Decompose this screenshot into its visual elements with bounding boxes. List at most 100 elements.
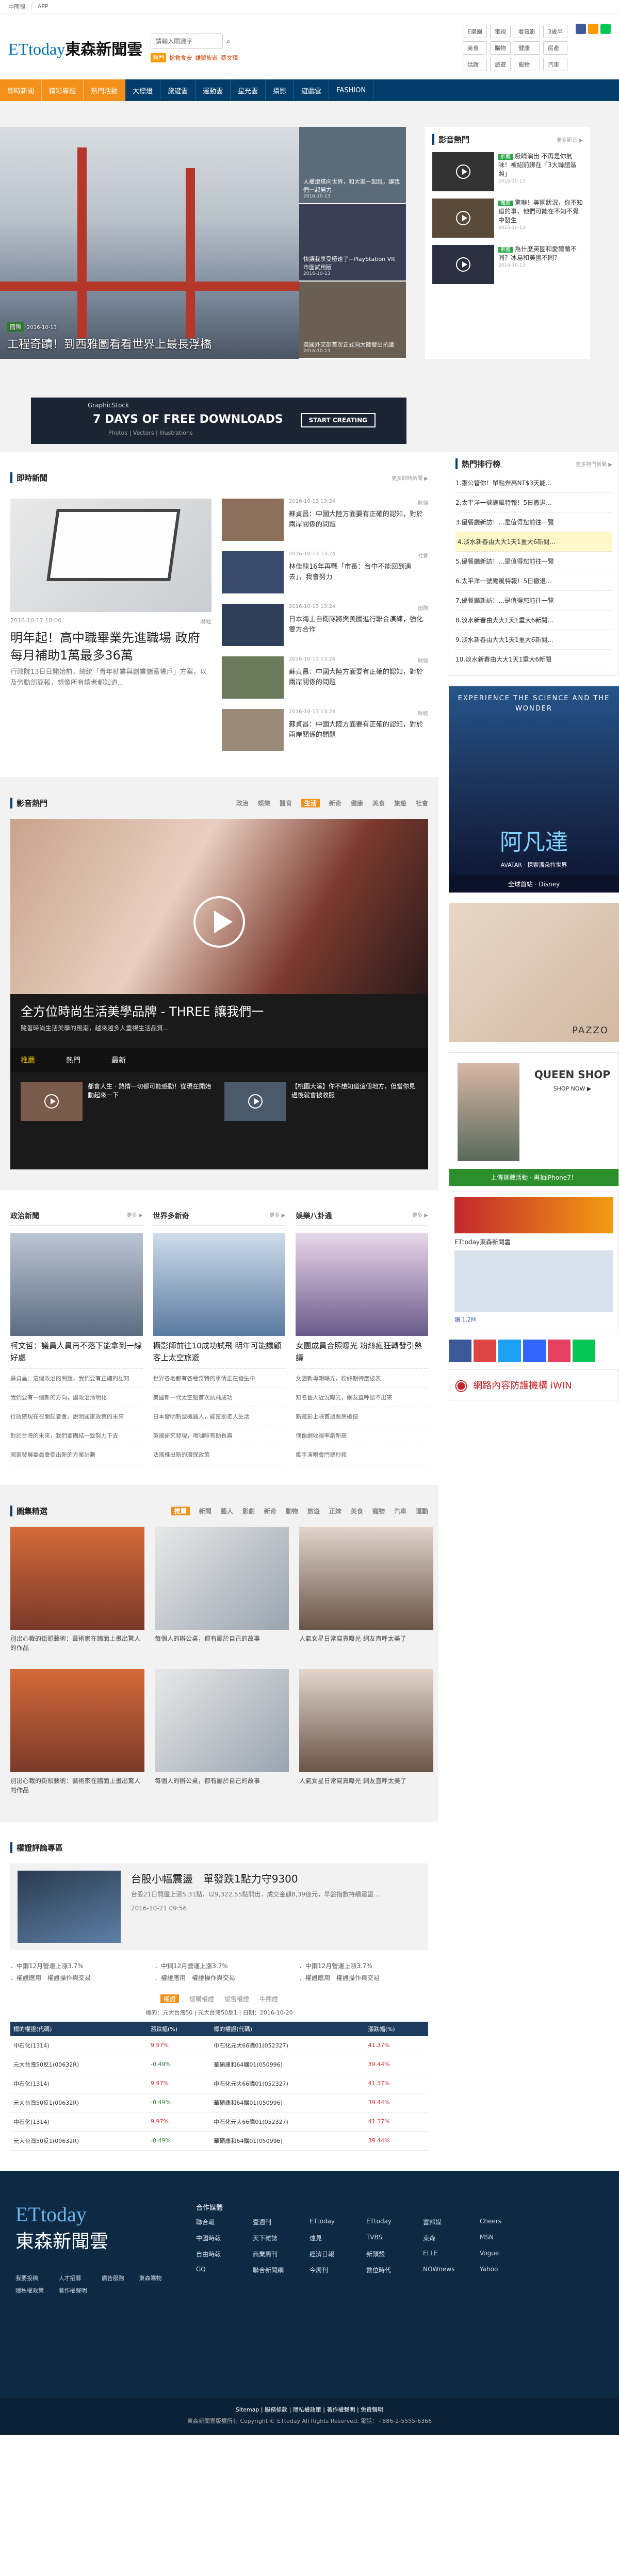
tab-food[interactable]: 美食	[372, 799, 385, 807]
tab-latest[interactable]: 最新	[111, 1055, 126, 1065]
video-thumb-item[interactable]: 【桃園大溪】你不想知道這個地方，但當你見過後就會被收服	[224, 1082, 418, 1121]
news-item[interactable]: 2016-10-13 13:24 社會 林佳龍16年再戰「市長：台中不能回到過去」，…	[222, 551, 428, 599]
nav-item[interactable]: 攝影	[266, 79, 295, 101]
facebook-icon[interactable]	[449, 1340, 471, 1362]
table-row[interactable]: 中石化(1314) 9.97% 中石化元大66購01(052327) 41.37%	[10, 2074, 428, 2093]
search-icon[interactable]: ⌕	[226, 36, 231, 46]
gallery-item[interactable]: 別出心裁的街頭藝術：藝術家在牆面上畫出驚人的作品	[10, 1527, 144, 1659]
lead-title[interactable]: 明年起！高中職畢業先進職場 政府每月補助1萬最多36萬	[10, 630, 211, 664]
gallery-item[interactable]: 每個人的辦公桌，都有屬於自己的故事	[155, 1527, 289, 1659]
partner-link[interactable]: ETtoday	[366, 2218, 418, 2226]
category-list-item[interactable]: 我們要有一個新的方向，讓政治清明化	[10, 1388, 143, 1407]
plurk-icon[interactable]	[474, 1340, 496, 1362]
category-list-item[interactable]: 歌手演唱會門票秒殺	[296, 1445, 429, 1464]
news-item[interactable]: 2016-10-13 13:24 財經 蘇貞昌：中國大陸方面要有正確的認知，對於兩岸…	[222, 656, 428, 704]
partner-link[interactable]: 今周刊	[310, 2266, 361, 2274]
facebook-icon[interactable]	[576, 24, 586, 34]
facebook-likes[interactable]: 讚 1.2M	[454, 1315, 613, 1324]
channel-link[interactable]: 話題	[463, 58, 487, 71]
category-list-item[interactable]: 新電影上映首週票房破億	[296, 1407, 429, 1426]
gallery-tab[interactable]: 寵物	[372, 1507, 385, 1515]
footer-link[interactable]: 人才招募	[59, 2274, 96, 2282]
nav-item[interactable]: 星光雲	[231, 79, 266, 101]
more-link[interactable]: 更多 ▶	[269, 1211, 285, 1221]
more-link[interactable]: 更多 ▶	[127, 1211, 143, 1221]
nav-item-special[interactable]: 精彩專題	[42, 79, 84, 101]
rank-item[interactable]: 7.優餐廳新訪！...是值得您前往一覽	[455, 591, 612, 610]
category-list-item[interactable]: 女團新專輯曝光，粉絲期待度破表	[296, 1369, 429, 1388]
line-icon[interactable]	[600, 24, 611, 34]
iwin-ad[interactable]: ◉ 網路內容防護機構 iWIN	[449, 1369, 619, 1400]
more-link[interactable]: 更多影音 ▶	[557, 136, 583, 143]
gallery-tab[interactable]: 正妹	[329, 1507, 341, 1515]
hero-side-item[interactable]: 英國外交部首次正式向大陸發出抗議 2016-10-13	[299, 282, 406, 359]
video-item[interactable]: 推薦 為什麼英國和愛爾蘭不同？冰島和美國不同？ 2016-10-13	[432, 245, 583, 284]
nav-item[interactable]: 運動雲	[196, 79, 231, 101]
hot-term[interactable]: 搶救食安	[169, 54, 192, 62]
video-item[interactable]: 推薦 驚嚇！美國狀況，你不知道的事，他們可能在不知不覺中發生 2016-10-13	[432, 199, 583, 238]
gallery-item[interactable]: 每個人的辦公桌，都有屬於自己的故事	[155, 1669, 289, 1801]
search-input[interactable]	[151, 34, 223, 49]
nav-item-instant[interactable]: 即時新聞	[0, 79, 42, 101]
partner-link[interactable]: 自由時報	[196, 2250, 248, 2258]
tab-travel[interactable]: 旅遊	[394, 799, 406, 807]
nav-item[interactable]: 大標燈	[125, 79, 161, 101]
gallery-tab[interactable]: 美食	[351, 1507, 363, 1515]
partner-link[interactable]: NOWnews	[423, 2266, 475, 2274]
channel-link[interactable]: 汽車	[543, 58, 567, 71]
avatar-ad[interactable]: EXPERIENCE THE SCIENCE AND THE WONDER 阿凡…	[449, 686, 619, 893]
footer-link[interactable]: 隱私權政策	[15, 2286, 53, 2294]
ad-banner[interactable]: GraphicStock 7 DAYS OF FREE DOWNLOADS Ph…	[31, 398, 406, 444]
channel-link[interactable]: 電視	[490, 25, 511, 38]
channel-link[interactable]: 看電影	[514, 25, 540, 38]
tab-entertainment[interactable]: 娛樂	[258, 799, 270, 807]
twitter-icon[interactable]	[498, 1340, 521, 1362]
channel-link[interactable]: 健康	[514, 41, 540, 55]
more-link[interactable]: 更多即時新聞 ▶	[392, 474, 428, 482]
hero-side-item[interactable]: 快讓我享受極速了~PlayStation VR 市面試用版 2016-10-13	[299, 204, 406, 282]
category-image[interactable]	[153, 1233, 286, 1336]
hero-main[interactable]: 國際 2016-10-13 工程奇蹟！到西雅圖看看世界上最長浮橋	[0, 127, 299, 359]
footer-link[interactable]: 廣告服務	[102, 2274, 133, 2282]
news-item[interactable]: 2016-10-13 13:24 財經 蘇貞昌：中國大陸方面要有正確的認知，對於兩岸…	[222, 499, 428, 546]
rank-item[interactable]: 10.淡水新春由大大1天1重大6新閱	[455, 650, 612, 669]
finance-tab[interactable]: 牛熊證	[259, 1994, 278, 2003]
ad-cta-button[interactable]: START CREATING	[300, 413, 376, 427]
channel-link[interactable]: 3歲半	[543, 25, 567, 38]
gallery-tab[interactable]: 新聞	[199, 1507, 211, 1515]
partner-link[interactable]: Vogue	[480, 2250, 531, 2258]
gallery-tab[interactable]: 新奇	[264, 1507, 276, 1515]
partner-link[interactable]: Yahoo	[480, 2266, 531, 2274]
finance-tab[interactable]: 認購權證	[189, 1994, 214, 2003]
finance-tab[interactable]: 權證	[160, 1994, 179, 2003]
news-item[interactable]: 2016-10-13 13:24 國際 日本海上自衛隊將與美國進行聯合演練，強化雙方…	[222, 604, 428, 651]
table-row[interactable]: 元大台灣50反1(00632R) -0.49% 華碩康和64購01(050996) 3…	[10, 2131, 428, 2151]
hot-term[interactable]: 蔡文輝	[221, 54, 238, 62]
partner-link[interactable]: ETtoday	[310, 2218, 361, 2226]
channel-link[interactable]: 房產	[543, 41, 567, 55]
gallery-tab[interactable]: 旅遊	[307, 1507, 320, 1515]
rank-item[interactable]: 3.優餐廳新訪！...是值得您前往一覽	[455, 513, 612, 532]
partner-link[interactable]: 遠見	[310, 2234, 361, 2242]
blog-icon[interactable]	[523, 1340, 546, 1362]
partner-link[interactable]: Cheers	[480, 2218, 531, 2226]
finance-tab[interactable]: 認售權證	[224, 1994, 249, 2003]
rank-item[interactable]: 4.淡水新春由大大1天1重大6新閱...	[455, 532, 612, 552]
table-row[interactable]: 元大台灣50反1(00632R) -0.49% 華碩康和64購01(050996) 3…	[10, 2055, 428, 2074]
gallery-tab[interactable]: 推薦	[171, 1507, 190, 1515]
tab-recommend[interactable]: 推薦	[21, 1055, 35, 1065]
tab-health[interactable]: 健康	[351, 799, 363, 807]
partner-link[interactable]: 聯合新聞網	[253, 2266, 304, 2274]
partner-link[interactable]: 聯合報	[196, 2218, 248, 2226]
finance-link[interactable]: ．中鋼12月營運上漲3.7%	[155, 1960, 284, 1972]
lead-story[interactable]: 2016-10-17 18:00 財經 明年起！高中職畢業先進職場 政府每月補助1…	[10, 493, 211, 756]
channel-link[interactable]: 美食	[463, 41, 487, 55]
partner-link[interactable]: 東森	[423, 2234, 475, 2242]
rank-item[interactable]: 9.淡水新春由大大1天1重大6新閱...	[455, 630, 612, 650]
category-list-item[interactable]: 蘇貞昌：這個政治的問題，我們要有正確的認知	[10, 1369, 143, 1388]
partner-link[interactable]: 壹週刊	[253, 2218, 304, 2226]
play-icon[interactable]	[193, 896, 245, 948]
gallery-item[interactable]: 別出心裁的街頭藝術：藝術家在牆面上畫出驚人的作品	[10, 1669, 144, 1801]
nav-item[interactable]: 旅遊雲	[160, 79, 196, 101]
category-list-item[interactable]: 日本發明新型機器人，能幫助老人生活	[153, 1407, 286, 1426]
